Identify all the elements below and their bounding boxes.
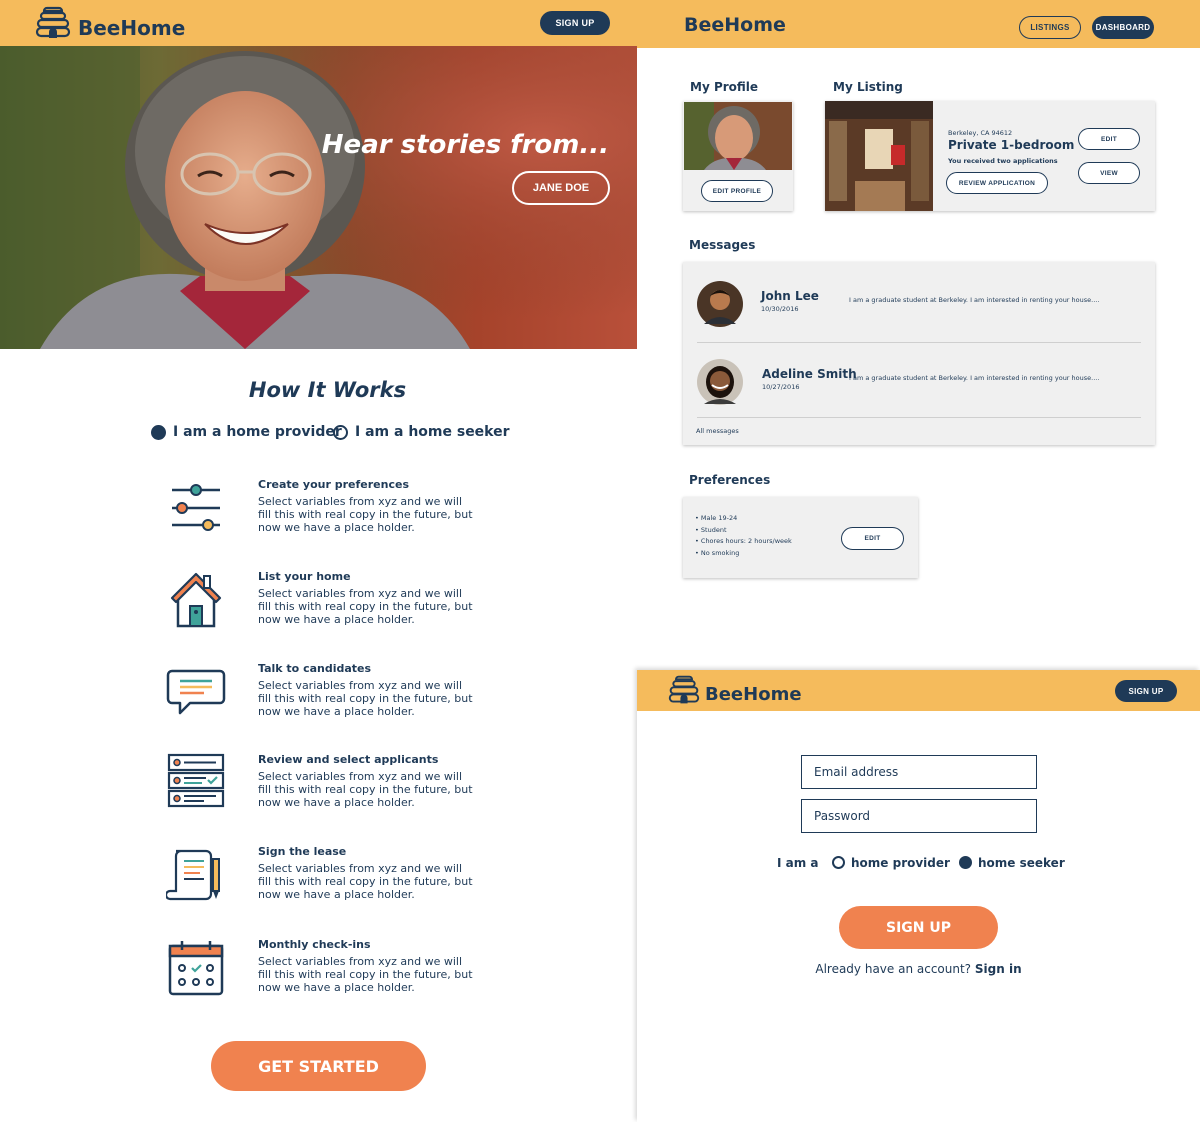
my-profile-heading: My Profile: [690, 80, 759, 94]
how-it-works-title: How It Works: [248, 378, 407, 402]
signup-submit-button[interactable]: SIGN UP: [839, 906, 998, 949]
sliders-icon: [172, 484, 220, 531]
beehive-logo-icon: [35, 6, 71, 38]
profile-card: EDIT PROFILE: [683, 101, 793, 211]
already-have-account-text: Already have an account?: [815, 962, 972, 976]
brand-name[interactable]: BeeHome: [684, 14, 786, 36]
my-listing-heading: My Listing: [833, 80, 903, 94]
radio-role-seeker-label[interactable]: home seeker: [978, 856, 1065, 870]
dashboard-page: BeeHome LISTINGS DASHBOARD My Profile ED…: [637, 0, 1200, 670]
messages-heading: Messages: [689, 238, 756, 252]
edit-profile-button[interactable]: EDIT PROFILE: [701, 180, 773, 202]
step-title: Monthly check-ins: [258, 938, 371, 951]
message-date: 10/30/2016: [761, 305, 799, 313]
jane-doe-story-button[interactable]: JANE DOE: [512, 171, 610, 205]
step-description: Select variables from xyz and we will fi…: [258, 955, 473, 994]
password-field[interactable]: Password: [801, 799, 1037, 833]
avatar: [697, 359, 743, 405]
radio-home-seeker[interactable]: [333, 425, 348, 440]
get-started-button[interactable]: GET STARTED: [211, 1041, 426, 1091]
avatar: [697, 281, 743, 327]
message-sender: John Lee: [761, 289, 819, 303]
radio-home-seeker-label[interactable]: I am a home seeker: [355, 424, 510, 440]
step-description: Select variables from xyz and we will fi…: [258, 770, 473, 809]
preferences-card: • Male 19-24 • Student • Chores hours: 2…: [683, 497, 918, 578]
radio-role-provider-label[interactable]: home provider: [851, 856, 950, 870]
step-title: Talk to candidates: [258, 662, 372, 675]
preference-item: • Student: [695, 526, 727, 534]
all-messages-link[interactable]: All messages: [696, 427, 739, 435]
preference-item: • No smoking: [695, 549, 740, 557]
signup-button[interactable]: SIGN UP: [540, 11, 610, 35]
step-title: Sign the lease: [258, 845, 347, 858]
radio-role-provider[interactable]: [832, 856, 845, 869]
radio-home-provider[interactable]: [151, 425, 166, 440]
message-preview: I am a graduate student at Berkeley. I a…: [849, 374, 1100, 382]
brand-name[interactable]: BeeHome: [705, 684, 802, 705]
message-row[interactable]: Adeline Smith 10/27/2016 I am a graduate…: [683, 350, 1155, 416]
message-preview: I am a graduate student at Berkeley. I a…: [849, 296, 1100, 304]
step-description: Select variables from xyz and we will fi…: [258, 587, 473, 626]
scroll-pen-icon: [166, 849, 220, 901]
signup-page: BeeHome SIGN UP Email address Password I…: [637, 670, 1200, 1122]
listing-view-button[interactable]: VIEW: [1078, 162, 1140, 184]
radio-role-seeker[interactable]: [959, 856, 972, 869]
listing-photo: [825, 101, 933, 211]
role-prompt-label: I am a: [777, 856, 819, 870]
step-description: Select variables from xyz and we will fi…: [258, 495, 473, 534]
preferences-heading: Preferences: [689, 473, 771, 487]
listing-edit-button[interactable]: EDIT: [1078, 128, 1140, 150]
preferences-edit-button[interactable]: EDIT: [841, 527, 904, 550]
message-sender: Adeline Smith: [762, 367, 857, 381]
radio-home-provider-label[interactable]: I am a home provider: [173, 424, 342, 440]
hero-headline: Hear stories from...: [321, 130, 609, 160]
signup-header-button[interactable]: SIGN UP: [1115, 680, 1177, 702]
review-application-button[interactable]: REVIEW APPLICATION: [946, 172, 1048, 194]
listing-applications-count: You received two applications: [948, 157, 1058, 165]
listing-location: Berkeley, CA 94612: [948, 129, 1013, 137]
nav-listings-button[interactable]: LISTINGS: [1019, 16, 1081, 39]
message-divider: [697, 417, 1141, 418]
landing-header: BeeHome SIGN UP: [0, 0, 637, 46]
hero-image: Hear stories from... JANE DOE: [0, 46, 637, 349]
step-description: Select variables from xyz and we will fi…: [258, 862, 473, 901]
profile-photo: [684, 102, 792, 170]
step-description: Select variables from xyz and we will fi…: [258, 679, 473, 718]
brand-name[interactable]: BeeHome: [78, 16, 185, 40]
chat-bubble-icon: [166, 669, 226, 715]
house-icon: [170, 572, 222, 628]
landing-page: BeeHome SIGN UP Hear stories from... JAN…: [0, 0, 637, 1122]
dashboard-header: BeeHome LISTINGS DASHBOARD: [637, 0, 1200, 48]
checklist-icon: [167, 753, 225, 808]
beehive-logo-icon: [668, 675, 700, 704]
preference-item: • Male 19-24: [695, 514, 738, 522]
listing-card: Berkeley, CA 94612 Private 1-bedroom You…: [825, 101, 1155, 211]
listing-title: Private 1-bedroom: [948, 138, 1075, 152]
step-title: Create your preferences: [258, 478, 409, 491]
signup-header: BeeHome SIGN UP: [637, 670, 1200, 711]
sign-in-link[interactable]: Sign in: [975, 962, 1022, 976]
nav-dashboard-button[interactable]: DASHBOARD: [1092, 16, 1154, 39]
signin-prompt: Already have an account? Sign in: [637, 962, 1200, 976]
step-title: List your home: [258, 570, 351, 583]
step-title: Review and select applicants: [258, 753, 439, 766]
messages-card: John Lee 10/30/2016 I am a graduate stud…: [683, 262, 1155, 445]
preference-item: • Chores hours: 2 hours/week: [695, 537, 792, 545]
email-field[interactable]: Email address: [801, 755, 1037, 789]
screens-composite: BeeHome SIGN UP Hear stories from... JAN…: [0, 0, 1200, 1122]
message-row[interactable]: John Lee 10/30/2016 I am a graduate stud…: [683, 272, 1155, 342]
calendar-icon: [168, 941, 224, 996]
message-date: 10/27/2016: [762, 383, 800, 391]
message-divider: [697, 342, 1141, 343]
